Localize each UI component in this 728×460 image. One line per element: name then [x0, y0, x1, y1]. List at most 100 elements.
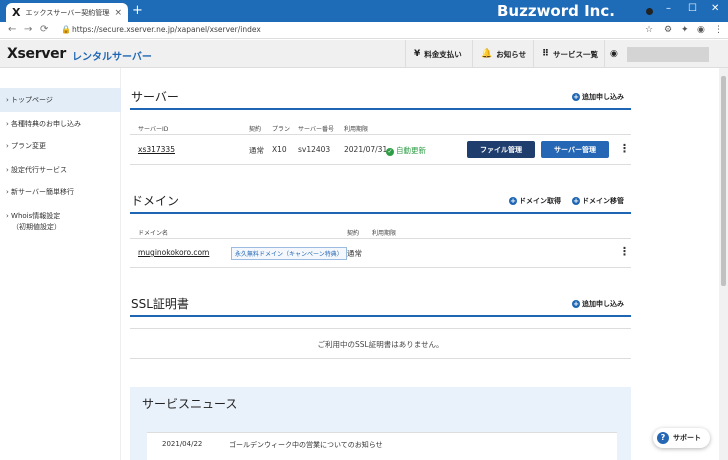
ssl-section-divider	[130, 315, 631, 317]
browser-menu-icon[interactable]: ⋮	[714, 25, 723, 35]
col-domain-name: ドメイン名	[138, 230, 169, 237]
sidebar-item-plan-change[interactable]: › プラン変更	[0, 140, 121, 152]
news-item-link[interactable]: ゴールデンウィーク中の営業についてのお知らせ	[229, 440, 383, 450]
col-contract: 契約	[249, 126, 262, 133]
domain-header-line	[130, 238, 631, 239]
brand-watermark: Buzzword Inc.	[497, 2, 615, 20]
services-button[interactable]: ⠿ サービス一覧	[533, 40, 606, 68]
support-label: サポート	[673, 434, 701, 442]
payment-label: 料金支払い	[424, 49, 462, 59]
free-domain-badge: 永久無料ドメイン（キャンペーン特典）	[231, 247, 347, 260]
ssl-header-line	[130, 328, 631, 329]
server-more-icon[interactable]: ⋮	[619, 142, 630, 155]
browser-titlebar: X エックスサーバー契約管理ページ × + Buzzword Inc. – ☐ …	[0, 0, 728, 22]
tab-title: エックスサーバー契約管理ページ	[25, 8, 110, 17]
notice-label: お知らせ	[496, 49, 527, 59]
account-icon[interactable]: ◉	[697, 25, 705, 35]
file-manager-button[interactable]: ファイル管理	[467, 141, 535, 158]
logo-subtitle[interactable]: レンタルサーバー	[72, 48, 152, 63]
browser-tab[interactable]: X エックスサーバー契約管理ページ ×	[6, 3, 128, 22]
support-button[interactable]: ? サポート	[653, 428, 710, 448]
xserver-favicon-icon: X	[12, 6, 21, 19]
sidebar-item-whois-sub[interactable]: （初期値設定）	[0, 221, 121, 233]
col-server-number: サーバー番号	[298, 126, 334, 133]
domain-section-divider	[130, 212, 631, 214]
ssl-empty-message: ご利用中のSSL証明書はありません。	[317, 340, 444, 349]
bell-icon: 🔔	[481, 49, 493, 59]
check-circle-icon: ✓	[386, 148, 394, 156]
tab-close-icon[interactable]: ×	[114, 8, 122, 18]
col-domain-contract: 契約	[347, 230, 360, 237]
question-icon: ?	[657, 432, 669, 444]
bookmark-star-icon[interactable]: ☆	[645, 25, 653, 35]
user-name-redacted[interactable]	[627, 47, 709, 62]
profile-dot-icon[interactable]	[646, 8, 653, 15]
extension-gear-icon[interactable]: ⚙	[664, 25, 672, 35]
auto-renew-status: ✓ 自動更新	[386, 145, 426, 156]
server-add-button[interactable]: + 追加申し込み	[572, 92, 624, 102]
server-contract: 通常	[249, 146, 264, 155]
service-news-panel: サービスニュース 2021/04/22 ゴールデンウィーク中の営業についてのお知…	[130, 387, 631, 460]
new-tab-button[interactable]: +	[132, 4, 143, 18]
plus-circle-icon: +	[572, 300, 580, 308]
server-section-title: サーバー	[131, 90, 179, 104]
domain-transfer-label: ドメイン移管	[582, 197, 624, 205]
ssl-section-title: SSL証明書	[131, 297, 189, 311]
notice-button[interactable]: 🔔 お知らせ	[472, 40, 534, 68]
payment-button[interactable]: ¥ 料金支払い	[405, 40, 470, 68]
server-manager-button[interactable]: サーバー管理	[541, 141, 609, 158]
server-period: 2021/07/31	[344, 145, 388, 154]
server-id-link[interactable]: xs317335	[138, 145, 175, 154]
xserver-logo[interactable]: Xserver	[7, 46, 66, 62]
domain-acquire-button[interactable]: + ドメイン取得	[509, 196, 561, 206]
site-header: Xserver レンタルサーバー ¥ 料金支払い 🔔 お知らせ ⠿ サービス一覧…	[0, 40, 728, 68]
auto-renew-label: 自動更新	[396, 146, 426, 155]
lock-icon[interactable]: 🔒	[61, 25, 71, 34]
grid-icon: ⠿	[542, 49, 550, 59]
col-plan: プラン	[272, 126, 291, 133]
ssl-add-button[interactable]: + 追加申し込み	[572, 299, 624, 309]
yen-icon: ¥	[414, 49, 421, 59]
plus-circle-icon: +	[509, 197, 517, 205]
domain-row-line	[130, 267, 631, 268]
news-date: 2021/04/22	[162, 440, 203, 448]
domain-transfer-button[interactable]: + ドメイン移管	[572, 196, 624, 206]
forward-button[interactable]: →	[24, 24, 32, 35]
close-window-button[interactable]: ✕	[711, 3, 719, 14]
reload-button[interactable]: ⟳	[40, 24, 48, 35]
col-domain-period: 利用期限	[372, 230, 397, 237]
server-add-label: 追加申し込み	[582, 93, 624, 101]
domain-more-icon[interactable]: ⋮	[619, 245, 630, 258]
address-bar: ← → ⟳ 🔒 https://secure.xserver.ne.jp/xap…	[0, 22, 728, 39]
plus-circle-icon: +	[572, 93, 580, 101]
server-plan: X10	[272, 145, 287, 154]
ssl-add-label: 追加申し込み	[582, 300, 624, 308]
server-section-divider	[130, 108, 631, 110]
domain-acquire-label: ドメイン取得	[519, 197, 561, 205]
col-server-id: サーバーID	[138, 126, 169, 133]
services-label: サービス一覧	[553, 49, 599, 59]
scrollbar-thumb[interactable]	[721, 76, 726, 286]
plus-circle-icon: +	[572, 197, 580, 205]
back-button[interactable]: ←	[8, 24, 16, 35]
col-period: 利用期限	[344, 126, 369, 133]
news-section-title: サービスニュース	[142, 397, 238, 411]
news-list: 2021/04/22 ゴールデンウィーク中の営業についてのお知らせ	[147, 432, 617, 460]
ssl-row-line	[130, 358, 631, 359]
user-menu[interactable]: ◉	[604, 40, 627, 68]
user-icon: ◉	[610, 49, 618, 59]
sidebar-item-benefits[interactable]: › 各種特典のお申し込み	[0, 118, 121, 130]
domain-section-title: ドメイン	[131, 194, 180, 208]
domain-name-link[interactable]: muginokokoro.com	[138, 248, 209, 257]
server-header-line	[130, 134, 631, 135]
sidebar-item-setup-service[interactable]: › 設定代行サービス	[0, 164, 121, 176]
server-number: sv12403	[298, 145, 331, 154]
sidebar-item-migration[interactable]: › 新サーバー簡単移行	[0, 186, 121, 198]
extension-puzzle-icon[interactable]: ✦	[681, 25, 689, 35]
sidebar-item-top[interactable]: › トップページ	[0, 88, 121, 112]
url-field[interactable]: https://secure.xserver.ne.jp/xapanel/xse…	[72, 25, 261, 34]
maximize-button[interactable]: ☐	[688, 3, 697, 14]
server-row-line	[130, 164, 631, 165]
minimize-button[interactable]: –	[666, 3, 671, 14]
sidebar: › トップページ › 各種特典のお申し込み › プラン変更 › 設定代行サービス…	[0, 68, 121, 460]
